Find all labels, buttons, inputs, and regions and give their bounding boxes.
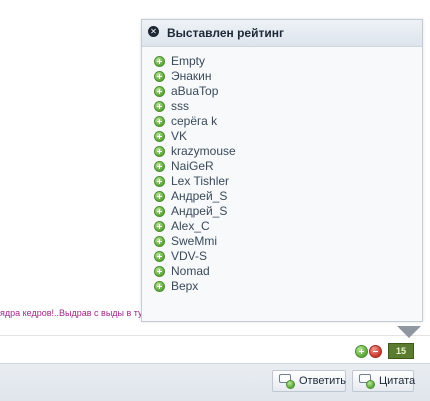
list-item: VK bbox=[154, 129, 236, 144]
user-name[interactable]: krazymouse bbox=[171, 144, 236, 159]
user-name[interactable]: sss bbox=[171, 99, 189, 114]
list-item: SweMmi bbox=[154, 234, 236, 249]
popup-header: ✕ Выставлен рейтинг bbox=[142, 20, 422, 47]
list-item: NaiGeR bbox=[154, 159, 236, 174]
popup-pointer-arrow bbox=[397, 326, 421, 338]
reply-button[interactable]: Ответить bbox=[272, 370, 346, 392]
list-item: Alex_C bbox=[154, 219, 236, 234]
popup-title: Выставлен рейтинг bbox=[167, 26, 284, 40]
plus-icon bbox=[154, 266, 165, 277]
plus-icon bbox=[154, 236, 165, 247]
plus-icon bbox=[154, 191, 165, 202]
list-item: sss bbox=[154, 99, 236, 114]
plus-icon bbox=[154, 221, 165, 232]
quote-button[interactable]: Цитата bbox=[352, 370, 416, 392]
plus-icon bbox=[154, 206, 165, 217]
reputation-count[interactable]: 15 bbox=[388, 343, 414, 359]
list-item: серёга k bbox=[154, 114, 236, 129]
user-name[interactable]: NaiGeR bbox=[171, 159, 214, 174]
list-item: Empty bbox=[154, 54, 236, 69]
user-name[interactable]: Nomad bbox=[171, 264, 210, 279]
plus-icon bbox=[154, 56, 165, 67]
user-name[interactable]: Андрей_S bbox=[171, 189, 227, 204]
rating-popup: ✕ Выставлен рейтинг Empty Энакин aBuaTop… bbox=[141, 19, 423, 322]
reply-button-label: Ответить bbox=[299, 375, 347, 387]
plus-icon bbox=[154, 116, 165, 127]
user-name[interactable]: Андрей_S bbox=[171, 204, 227, 219]
user-name[interactable]: Энакин bbox=[171, 69, 212, 84]
list-item: Энакин bbox=[154, 69, 236, 84]
list-item: aBuaTop bbox=[154, 84, 236, 99]
user-name[interactable]: VK bbox=[171, 129, 187, 144]
user-name[interactable]: Верх bbox=[171, 279, 198, 294]
rated-users-list: Empty Энакин aBuaTop sss серёга k VK kra… bbox=[154, 54, 236, 294]
user-name[interactable]: aBuaTop bbox=[171, 84, 218, 99]
user-name[interactable]: Empty bbox=[171, 54, 205, 69]
plus-icon bbox=[154, 251, 165, 262]
plus-icon bbox=[154, 86, 165, 97]
list-item: VDV-S bbox=[154, 249, 236, 264]
reply-icon bbox=[279, 374, 295, 389]
plus-icon bbox=[154, 281, 165, 292]
user-name[interactable]: VDV-S bbox=[171, 249, 207, 264]
user-name[interactable]: серёга k bbox=[171, 114, 217, 129]
plus-icon bbox=[154, 161, 165, 172]
user-name[interactable]: Lex Tishler bbox=[171, 174, 229, 189]
quote-icon bbox=[359, 374, 375, 389]
user-name[interactable]: SweMmi bbox=[171, 234, 217, 249]
plus-icon bbox=[154, 146, 165, 157]
list-item: Верх bbox=[154, 279, 236, 294]
rate-down-icon[interactable] bbox=[369, 345, 382, 358]
user-name[interactable]: Alex_C bbox=[171, 219, 210, 234]
plus-icon bbox=[154, 176, 165, 187]
list-item: Lex Tishler bbox=[154, 174, 236, 189]
plus-icon bbox=[154, 101, 165, 112]
list-item: Nomad bbox=[154, 264, 236, 279]
list-item: Андрей_S bbox=[154, 204, 236, 219]
plus-icon bbox=[154, 131, 165, 142]
quote-button-label: Цитата bbox=[379, 375, 416, 387]
rate-up-icon[interactable] bbox=[355, 345, 368, 358]
plus-icon bbox=[154, 71, 165, 82]
list-item: krazymouse bbox=[154, 144, 236, 159]
close-icon[interactable]: ✕ bbox=[148, 26, 159, 37]
list-item: Андрей_S bbox=[154, 189, 236, 204]
